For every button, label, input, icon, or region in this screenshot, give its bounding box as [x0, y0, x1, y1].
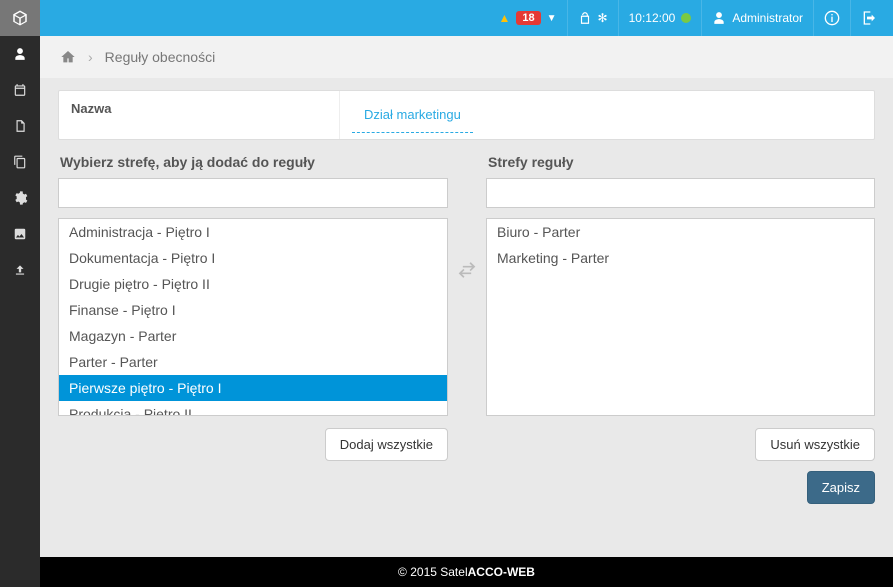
footer-prefix: © 2015 Satel: [398, 565, 468, 579]
rule-zones-column: Strefy reguły Biuro - ParterMarketing - …: [486, 150, 875, 504]
user-label: Administrator: [732, 11, 803, 25]
user-menu[interactable]: Administrator: [701, 0, 813, 36]
nav-settings-icon[interactable]: [0, 180, 40, 216]
main-area: ▲ 18 ▼ ✻ 10:12:00 Administrator › Reguły…: [40, 0, 893, 587]
cube-icon: [11, 9, 29, 27]
exchange-icon: [457, 260, 477, 280]
breadcrumb-page: Reguły obecności: [105, 49, 216, 65]
zone-columns: Wybierz strefę, aby ją dodać do reguły A…: [58, 150, 875, 504]
app-logo[interactable]: [0, 0, 40, 36]
nav-image-icon[interactable]: [0, 216, 40, 252]
rule-zones-search[interactable]: [486, 178, 875, 208]
list-item[interactable]: Dokumentacja - Piętro I: [59, 245, 447, 271]
logout-button[interactable]: [850, 0, 887, 36]
breadcrumb: › Reguły obecności: [40, 36, 893, 78]
list-item[interactable]: Marketing - Parter: [487, 245, 874, 271]
footer: © 2015 Satel ACCO-WEB: [40, 557, 893, 587]
list-item[interactable]: Parter - Parter: [59, 349, 447, 375]
alerts-badge: 18: [516, 11, 540, 25]
transfer-column: [448, 150, 486, 280]
available-zones-title: Wybierz strefę, aby ją dodać do reguły: [58, 150, 448, 178]
nav-upload-icon[interactable]: [0, 252, 40, 288]
footer-product: ACCO-WEB: [468, 565, 535, 579]
list-item[interactable]: Magazyn - Parter: [59, 323, 447, 349]
content: Nazwa Dział marketingu Wybierz strefę, a…: [40, 78, 893, 557]
name-value[interactable]: Dział marketingu: [352, 97, 473, 133]
warning-icon: ▲: [498, 11, 510, 25]
list-item[interactable]: Pierwsze piętro - Piętro I: [59, 375, 447, 401]
list-item[interactable]: Biuro - Parter: [487, 219, 874, 245]
rule-zones-title: Strefy reguły: [486, 150, 875, 178]
home-icon[interactable]: [60, 49, 76, 65]
snowflake-icon: ✻: [598, 11, 608, 25]
list-item[interactable]: Administracja - Piętro I: [59, 219, 447, 245]
topbar: ▲ 18 ▼ ✻ 10:12:00 Administrator: [40, 0, 893, 36]
list-item[interactable]: Finanse - Piętro I: [59, 297, 447, 323]
info-icon: [824, 10, 840, 26]
list-item[interactable]: Drugie piętro - Piętro II: [59, 271, 447, 297]
alerts-button[interactable]: ▲ 18 ▼: [488, 0, 566, 36]
chevron-down-icon: ▼: [547, 13, 557, 24]
available-zones-column: Wybierz strefę, aby ją dodać do reguły A…: [58, 150, 448, 461]
user-icon: [712, 11, 726, 25]
status-indicator: [681, 13, 691, 23]
rule-zones-list[interactable]: Biuro - ParterMarketing - Parter: [486, 218, 875, 416]
nav-document-icon[interactable]: [0, 108, 40, 144]
name-label: Nazwa: [59, 91, 340, 139]
clock-display: 10:12:00: [618, 0, 702, 36]
time-text: 10:12:00: [629, 11, 676, 25]
nav-copy-icon[interactable]: [0, 144, 40, 180]
logout-icon: [861, 10, 877, 26]
name-panel: Nazwa Dział marketingu: [58, 90, 875, 140]
unlock-icon: [578, 11, 592, 25]
sidebar: [0, 0, 40, 587]
unlock-button[interactable]: ✻: [567, 0, 618, 36]
add-all-button[interactable]: Dodaj wszystkie: [325, 428, 448, 461]
breadcrumb-separator-icon: ›: [88, 49, 93, 65]
nav-users-icon[interactable]: [0, 36, 40, 72]
remove-all-button[interactable]: Usuń wszystkie: [755, 428, 875, 461]
nav-calendar-icon[interactable]: [0, 72, 40, 108]
available-zones-search[interactable]: [58, 178, 448, 208]
save-button[interactable]: Zapisz: [807, 471, 875, 504]
available-zones-list[interactable]: Administracja - Piętro IDokumentacja - P…: [58, 218, 448, 416]
info-button[interactable]: [813, 0, 850, 36]
list-item[interactable]: Produkcja - Piętro II: [59, 401, 447, 416]
